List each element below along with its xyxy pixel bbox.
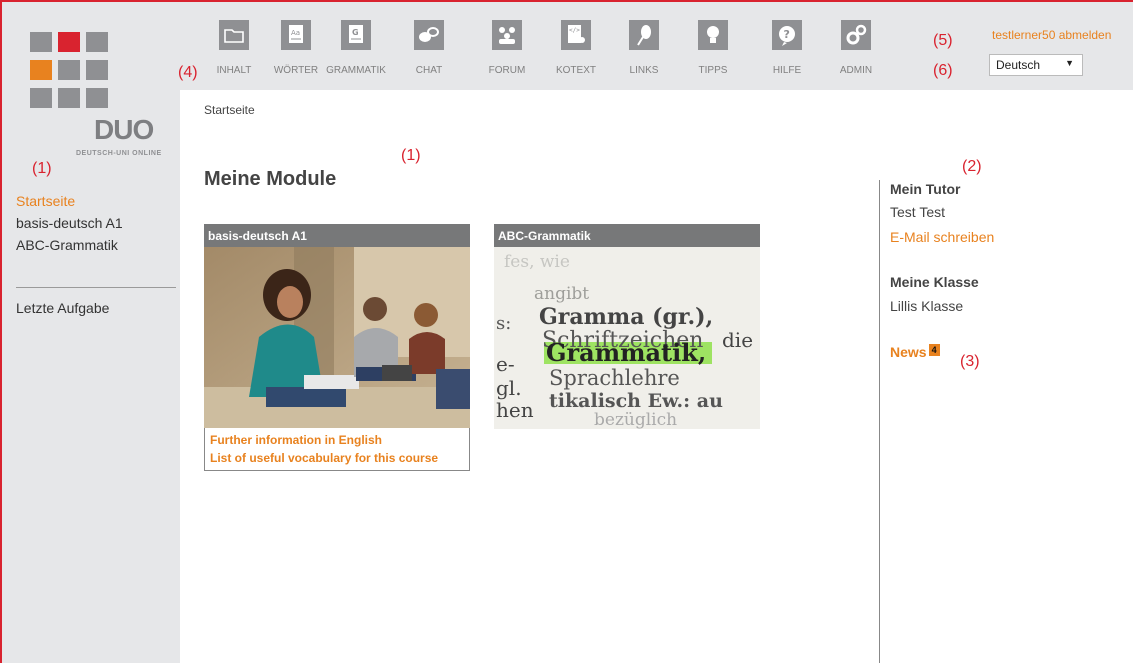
dictionary-photo[interactable]: fes, wie angibt Gramma (gr.), Schriftzei…: [494, 247, 760, 429]
logo-square: [58, 60, 80, 80]
breadcrumb[interactable]: Startseite: [204, 103, 255, 117]
logo-square: [30, 60, 52, 80]
nav-label: FORUM: [488, 65, 526, 76]
svg-text:</>: </>: [569, 27, 580, 34]
dictionary-word: s:: [496, 313, 511, 334]
nav-tipps[interactable]: TIPPS: [683, 20, 743, 76]
svg-text:?: ?: [784, 28, 790, 41]
dictionary-word: Grammatik,: [546, 338, 706, 367]
dictionary-word: Gramma (gr.),: [539, 304, 713, 330]
annotation-marker: (4): [178, 64, 198, 81]
dictionary-word: Sprachlehre: [549, 366, 680, 390]
annotation-marker: (2): [962, 158, 982, 175]
logout-link[interactable]: testlerner50 abmelden: [992, 28, 1111, 42]
nav-label: LINKS: [629, 65, 659, 76]
sidebar-item-abc-grammatik[interactable]: ABC-Grammatik: [16, 234, 123, 256]
email-tutor-link[interactable]: E-Mail schreiben: [890, 229, 994, 245]
nav-label: ADMIN: [839, 65, 873, 76]
dictionary-icon: Aa: [281, 20, 311, 50]
nav-forum[interactable]: FORUM: [477, 20, 537, 76]
logo-square: [86, 32, 108, 52]
module-card-basis-deutsch[interactable]: basis-deutsch A1 Further information in …: [204, 224, 470, 471]
english-info-link[interactable]: Further information in English: [210, 431, 464, 449]
module-card-abc-grammatik[interactable]: ABC-Grammatik fes, wie angibt Gramma (gr…: [494, 224, 760, 429]
svg-text:Aa: Aa: [291, 29, 300, 37]
dictionary-word: e-: [496, 352, 515, 376]
annotation-marker: (6): [933, 62, 953, 79]
logo-square: [86, 88, 108, 108]
news-link[interactable]: News 4: [890, 344, 940, 362]
nav-grammatik[interactable]: G GRAMMATIK: [326, 20, 386, 76]
dictionary-word: die: [722, 328, 753, 352]
lightbulb-icon: [698, 20, 728, 50]
dictionary-word: hen: [496, 398, 534, 422]
gears-icon: [841, 20, 871, 50]
module-links: Further information in English List of u…: [204, 428, 470, 471]
module-title[interactable]: ABC-Grammatik: [494, 224, 760, 247]
dictionary-word: angibt: [534, 284, 589, 304]
grammar-icon: G: [341, 20, 371, 50]
nav-hilfe[interactable]: ? HILFE: [757, 20, 817, 76]
tutor-name: Test Test: [890, 204, 945, 220]
sidebar-item-startseite[interactable]: Startseite: [16, 190, 123, 212]
nav-chat[interactable]: CHAT: [399, 20, 459, 76]
students-photo[interactable]: [204, 247, 470, 428]
logo-text: DUO: [94, 114, 154, 145]
sidebar-nav: Startseite basis-deutsch A1 ABC-Grammati…: [16, 190, 123, 256]
module-title[interactable]: basis-deutsch A1: [204, 224, 470, 247]
nav-label: WÖRTER: [273, 65, 319, 76]
nav-label: INHALT: [216, 65, 252, 76]
dictionary-word: fes, wie: [504, 252, 570, 272]
nav-label: HILFE: [772, 65, 802, 76]
news-label: News: [890, 344, 927, 360]
svg-text:G: G: [352, 28, 359, 37]
class-heading: Meine Klasse: [890, 274, 979, 290]
logo-subtitle: DEUTSCH-UNI ONLINE: [76, 150, 162, 157]
tutor-heading: Mein Tutor: [890, 181, 961, 197]
help-icon: ?: [772, 20, 802, 50]
annotation-marker: (5): [933, 32, 953, 49]
dictionary-word: tikalisch Ew.: au: [549, 390, 723, 412]
nav-woerter[interactable]: Aa WÖRTER: [266, 20, 326, 76]
nav-label: KOTEXT: [555, 65, 596, 76]
annotation-marker: (1): [401, 147, 421, 164]
nav-links[interactable]: LINKS: [614, 20, 674, 76]
class-name: Lillis Klasse: [890, 298, 964, 314]
sidebar-item-basis-deutsch[interactable]: basis-deutsch A1: [16, 212, 123, 234]
forum-icon: [492, 20, 522, 50]
nav-kotext[interactable]: </> KOTEXT: [546, 20, 606, 76]
dictionary-word: gl.: [496, 376, 522, 400]
nav-admin[interactable]: ADMIN: [826, 20, 886, 76]
language-value: Deutsch: [996, 58, 1041, 72]
nav-inhalt[interactable]: INHALT: [204, 20, 264, 76]
logo-square: [58, 32, 80, 52]
dictionary-word: bezüglich: [594, 410, 677, 429]
logo-square: [58, 88, 80, 108]
logo-square: [30, 88, 52, 108]
annotation-marker: (1): [32, 160, 52, 177]
logo-square: [30, 32, 52, 52]
nav-label: TIPPS: [698, 65, 728, 76]
annotation-marker: (3): [960, 353, 980, 370]
links-icon: [629, 20, 659, 50]
last-task-link[interactable]: Letzte Aufgabe: [16, 300, 109, 316]
vocabulary-list-link[interactable]: List of useful vocabulary for this cours…: [210, 449, 464, 467]
sidebar-divider: [16, 287, 176, 288]
logo-square: [86, 60, 108, 80]
right-divider: [879, 180, 880, 663]
news-count-badge: 4: [928, 344, 940, 356]
nav-label: GRAMMATIK: [326, 65, 386, 76]
page-title: Meine Module: [204, 168, 337, 190]
folder-icon: [219, 20, 249, 50]
top-navigation: INHALT Aa WÖRTER G GRAMMATIK CHAT FORUM …: [178, 2, 1133, 90]
language-select[interactable]: Deutsch ▼: [989, 54, 1083, 76]
chat-icon: [414, 20, 444, 50]
code-document-icon: </>: [561, 20, 591, 50]
left-sidebar: DUO DEUTSCH-UNI ONLINE (1): [2, 2, 180, 663]
nav-label: CHAT: [415, 65, 443, 76]
chevron-down-icon: ▼: [1065, 58, 1074, 68]
